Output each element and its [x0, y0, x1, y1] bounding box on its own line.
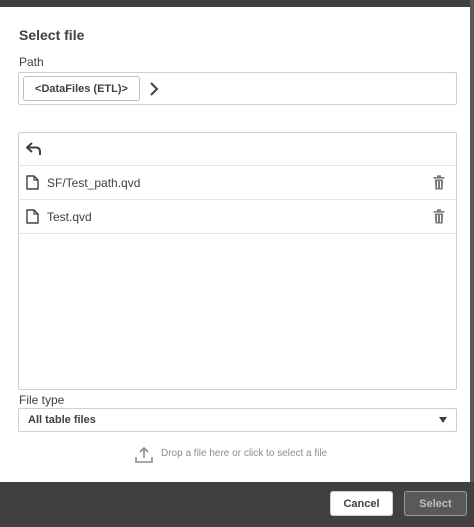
trash-icon[interactable]: [433, 209, 445, 224]
cancel-button[interactable]: Cancel: [330, 491, 393, 516]
trash-icon[interactable]: [433, 175, 445, 190]
select-button[interactable]: Select: [404, 491, 467, 516]
file-row[interactable]: Test.qvd: [19, 200, 456, 234]
file-type-select[interactable]: All table files: [18, 408, 457, 432]
file-type-value: All table files: [28, 414, 96, 426]
chevron-right-icon[interactable]: [147, 81, 161, 97]
dialog-top-bar: [0, 0, 474, 7]
path-crumb-datafiles[interactable]: <DataFiles (ETL)>: [23, 76, 140, 101]
file-type-label: File type: [19, 393, 65, 407]
document-icon: [26, 175, 39, 190]
file-name: SF/Test_path.qvd: [47, 176, 141, 190]
dialog-footer: [0, 482, 474, 527]
file-row[interactable]: SF/Test_path.qvd: [19, 166, 456, 200]
drop-zone-text: Drop a file here or click to select a fi…: [161, 448, 328, 459]
file-name: Test.qvd: [47, 210, 92, 224]
upload-icon: [135, 447, 153, 463]
dialog-right-edge: [470, 0, 474, 527]
path-label: Path: [19, 55, 44, 69]
dialog-title: Select file: [19, 27, 85, 43]
path-breadcrumb-bar: <DataFiles (ETL)>: [18, 72, 457, 105]
file-list: SF/Test_path.qvd Test.qvd: [18, 132, 457, 390]
document-icon: [26, 209, 39, 224]
file-list-back-row: [19, 133, 456, 166]
file-drop-zone[interactable]: Drop a file here or click to select a fi…: [130, 444, 350, 466]
caret-down-icon: [439, 417, 447, 423]
back-arrow-icon[interactable]: [25, 141, 43, 157]
